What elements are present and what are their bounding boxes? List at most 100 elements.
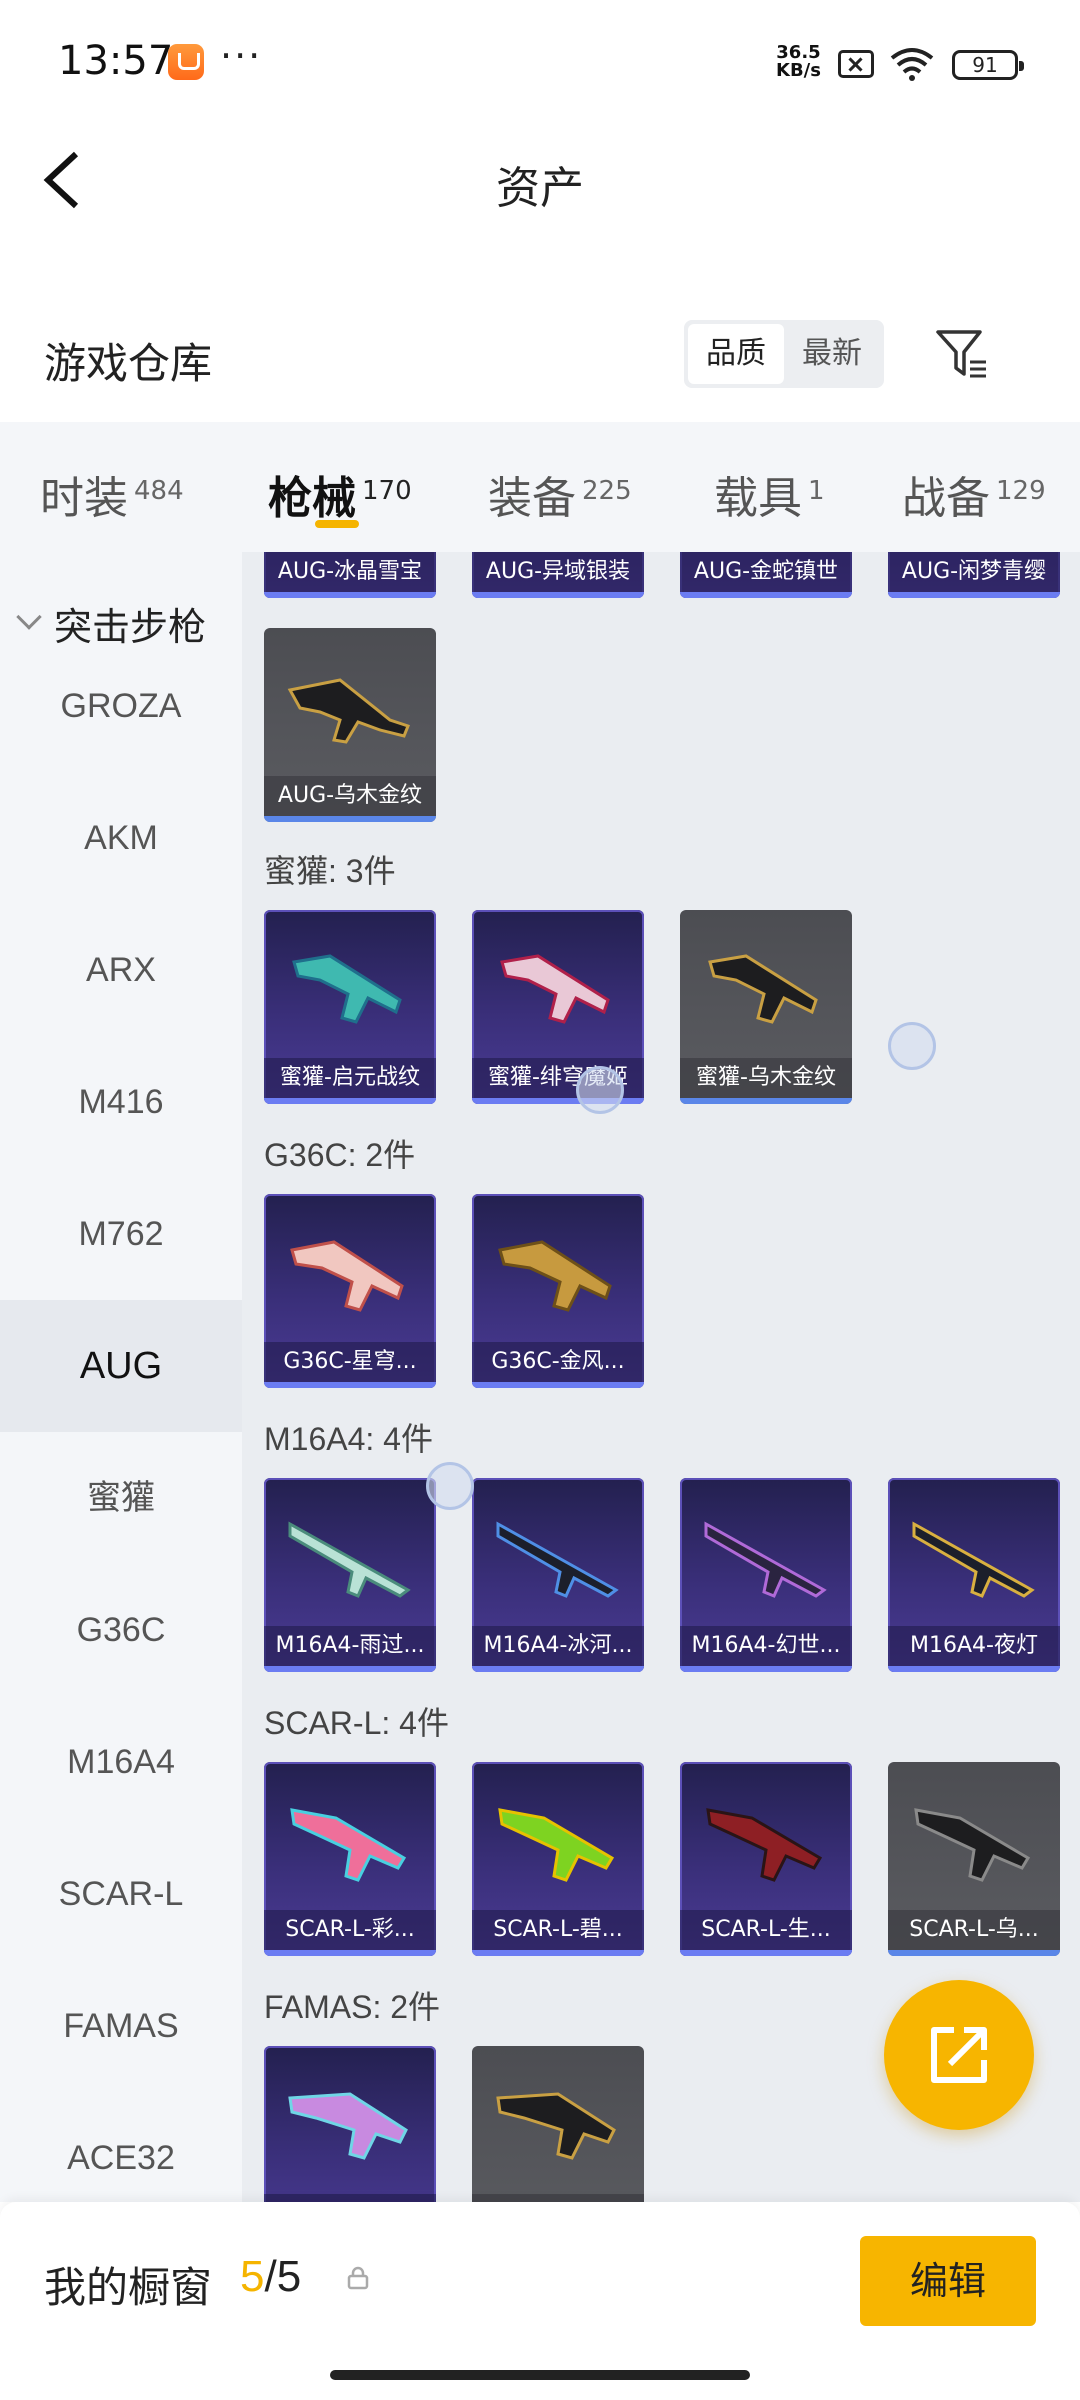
sidebar-item-g36c[interactable]: G36C (0, 1564, 242, 1696)
sidebar-item-arx[interactable]: ARX (0, 904, 242, 1036)
rarity-bar (680, 1666, 852, 1672)
sidebar-item-m762[interactable]: M762 (0, 1168, 242, 1300)
rarity-bar (888, 592, 1060, 598)
touch-indicator (426, 1462, 474, 1510)
skin-name: M16A4-幻世... (680, 1626, 852, 1666)
rarity-bar (264, 1950, 436, 1956)
skin-name: 蜜獾-启元战纹 (264, 1058, 436, 1098)
filter-icon[interactable] (934, 326, 990, 382)
skin-card[interactable] (264, 2046, 436, 2202)
sidebar-item-m416[interactable]: M416 (0, 1036, 242, 1168)
rarity-bar (888, 1950, 1060, 1956)
skin-card[interactable]: AUG-乌木金纹 (264, 628, 436, 822)
section-title-m16a4: M16A4: 4件 (264, 1421, 433, 1457)
sort-quality-option[interactable]: 品质 (688, 324, 784, 384)
tab-equipment[interactable]: 装备 225 (488, 462, 632, 524)
tab-count: 170 (362, 476, 412, 506)
sidebar-item-scar-l[interactable]: SCAR-L (0, 1828, 242, 1960)
rifle-image (496, 1521, 619, 1598)
rifle-image (704, 1521, 827, 1598)
rarity-bar (680, 592, 852, 598)
section-title-g36c: G36C: 2件 (264, 1137, 416, 1173)
touch-indicator (576, 1066, 624, 1114)
skin-card[interactable]: G36C-金风... (472, 1194, 644, 1388)
skin-card[interactable]: M16A4-幻世... (680, 1478, 852, 1672)
skin-card[interactable] (472, 2046, 644, 2202)
sidebar-item-aug[interactable]: AUG (0, 1300, 242, 1432)
skin-name: M16A4-冰河... (472, 1626, 644, 1666)
showcase-current: 5 (240, 2252, 265, 2301)
skin-name: G36C-金风... (472, 1342, 644, 1382)
rifle-image (287, 678, 410, 744)
tab-label: 载具 (714, 473, 802, 524)
status-bar: 13:57 ··· 36.5 KB/s 91 (0, 0, 1080, 130)
sort-newest-option[interactable]: 最新 (784, 324, 880, 384)
weapon-sidebar: 突击步枪 GROZA AKM ARX M416 M762 AUG 蜜獾 G36C… (0, 552, 242, 2202)
sidebar-item-akm[interactable]: AKM (0, 772, 242, 904)
skin-name: 蜜獾-乌木金纹 (680, 1058, 852, 1098)
skin-card[interactable]: AUG-金蛇镇世 (680, 552, 852, 598)
rifle-image (708, 954, 818, 1024)
share-button[interactable] (884, 1980, 1034, 2130)
page-title: 资产 (496, 163, 584, 214)
rifle-image (706, 1808, 823, 1882)
skin-card[interactable]: M16A4-冰河... (472, 1478, 644, 1672)
skin-card[interactable]: 蜜獾-乌木金纹 (680, 910, 852, 1104)
skin-name: G36C-星穹... (264, 1342, 436, 1382)
tab-label: 战备 (902, 473, 990, 524)
sidebar-item-honey-badger[interactable]: 蜜獾 (0, 1432, 242, 1564)
tab-count: 1 (808, 476, 825, 506)
chevron-down-icon (16, 604, 42, 630)
skin-name: SCAR-L-彩... (264, 1910, 436, 1950)
skin-card[interactable]: 蜜獾-启元战纹 (264, 910, 436, 1104)
skin-card[interactable]: AUG-闲梦青缨 (888, 552, 1060, 598)
tab-fashion[interactable]: 时装 484 (40, 462, 184, 524)
rifle-image (292, 954, 402, 1024)
skin-name (264, 2194, 436, 2202)
home-indicator[interactable] (330, 2370, 750, 2380)
status-time: 13:57 (58, 38, 174, 84)
network-speed-unit: KB/s (776, 60, 821, 81)
skin-card[interactable]: G36C-星穹... (264, 1194, 436, 1388)
skin-name: M16A4-夜灯 (888, 1626, 1060, 1666)
tab-label: 枪械 (268, 473, 356, 524)
sidebar-item-groza[interactable]: GROZA (0, 640, 242, 772)
sort-toggle: 品质 最新 (684, 320, 884, 388)
skin-name: SCAR-L-乌... (888, 1910, 1060, 1950)
wifi-icon (890, 48, 934, 81)
share-external-icon (931, 2027, 987, 2083)
tab-guns[interactable]: 枪械 170 (268, 462, 412, 524)
rarity-bar (472, 1382, 644, 1388)
warehouse-title: 游戏仓库 (44, 339, 213, 388)
no-sim-icon (838, 50, 874, 78)
skin-card[interactable]: M16A4-夜灯 (888, 1478, 1060, 1672)
tab-vehicles[interactable]: 载具 1 (714, 462, 825, 524)
skin-card[interactable]: AUG-异域银装 (472, 552, 644, 598)
skin-card[interactable]: SCAR-L-乌... (888, 1762, 1060, 1956)
showcase-count: 5/5 (240, 2252, 301, 2302)
sidebar-item-famas[interactable]: FAMAS (0, 1960, 242, 2092)
sidebar-item-ace32[interactable]: ACE32 (0, 2092, 242, 2202)
rifle-image (498, 1808, 615, 1882)
tab-battle-prep[interactable]: 战备 129 (902, 462, 1046, 524)
skin-name: AUG-异域银装 (472, 552, 644, 592)
skin-card[interactable]: SCAR-L-碧... (472, 1762, 644, 1956)
active-tab-indicator (315, 520, 359, 528)
edit-button[interactable]: 编辑 (860, 2236, 1036, 2326)
rarity-bar (680, 1950, 852, 1956)
tab-count: 225 (582, 476, 632, 506)
skin-name: AUG-乌木金纹 (264, 776, 436, 816)
skin-card[interactable]: M16A4-雨过... (264, 1478, 436, 1672)
rarity-bar (472, 1666, 644, 1672)
skin-card[interactable]: SCAR-L-生... (680, 1762, 852, 1956)
skin-card[interactable]: SCAR-L-彩... (264, 1762, 436, 1956)
tab-label: 时装 (40, 473, 128, 524)
app-notification-icon (168, 44, 204, 80)
rifle-image (288, 2092, 408, 2160)
rifle-image (290, 1240, 404, 1312)
network-speed: 36.5 KB/s (776, 44, 821, 80)
rifle-image (290, 1808, 407, 1882)
skin-card[interactable]: AUG-冰晶雪宝 (264, 552, 436, 598)
skin-name: AUG-冰晶雪宝 (264, 552, 436, 592)
sidebar-item-m16a4[interactable]: M16A4 (0, 1696, 242, 1828)
